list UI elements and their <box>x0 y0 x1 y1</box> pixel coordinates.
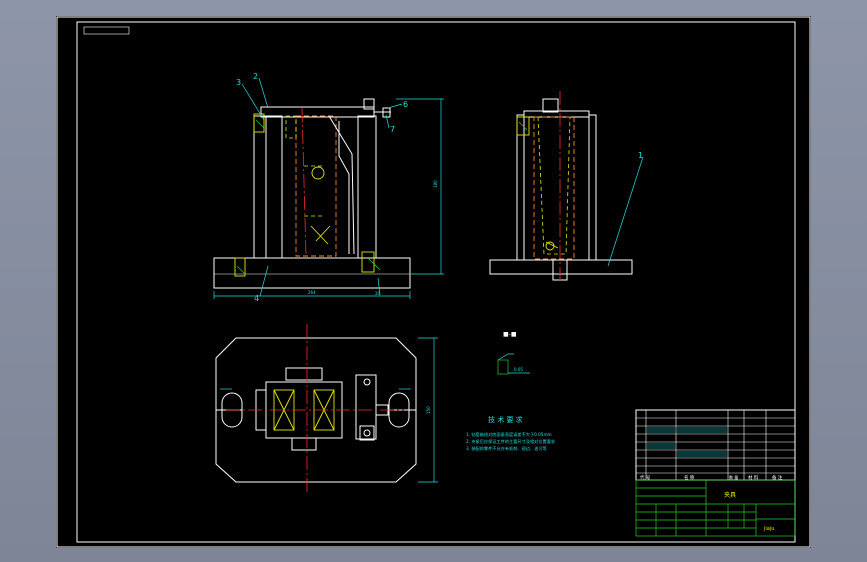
svg-text:20: 20 <box>375 291 381 296</box>
technical-requirements: 技 术 要 求 1. 钻套轴线对底面垂直度误差不大于0.05mm 2. 夹紧后应… <box>466 415 556 452</box>
corner-code-box <box>83 26 130 35</box>
front-view <box>213 98 411 289</box>
tech-req-heading: 技 术 要 求 <box>488 415 523 424</box>
balloon-3: 3 <box>236 78 241 87</box>
balloon-1: 1 <box>638 151 643 160</box>
side-view <box>489 91 633 284</box>
col-count: 数 量 <box>729 474 738 480</box>
title-block: 夹具 jiaju <box>635 479 796 537</box>
balloon-6: 6 <box>403 100 408 109</box>
inner-frame <box>76 21 796 543</box>
cad-viewer: 180 264 20 3 2 6 7 4 1 150 ■-■ 0.05 技 术 … <box>0 0 867 562</box>
parts-list: 代 号 名 称 数 量 材 料 备 注 <box>635 409 796 481</box>
assembly-drawing: 180 264 20 3 2 6 7 4 1 150 ■-■ 0.05 技 术 … <box>56 16 811 548</box>
svg-text:0.05: 0.05 <box>514 367 523 372</box>
top-view <box>215 324 417 494</box>
tech-req-item-3: 3. 装配前零件不允许有毛刺、锐边、油污等 <box>466 445 547 452</box>
outer-frame <box>56 16 811 548</box>
detail-view: ■-■ 0.05 <box>497 331 530 375</box>
tech-req-item-1: 1. 钻套轴线对底面垂直度误差不大于0.05mm <box>466 431 552 438</box>
drawing-name: 夹具 <box>724 491 736 499</box>
side-balloon: 1 <box>607 151 644 267</box>
svg-text:180: 180 <box>433 180 438 188</box>
svg-text:■-■: ■-■ <box>503 331 517 338</box>
balloon-4: 4 <box>254 294 259 303</box>
balloon-2: 2 <box>253 72 258 81</box>
tech-req-item-2: 2. 夹紧后应保证工件的主要尺寸及相对位置要求 <box>466 438 556 445</box>
svg-text:150: 150 <box>426 406 431 414</box>
svg-text:264: 264 <box>308 290 316 295</box>
drawing-sheet[interactable]: 180 264 20 3 2 6 7 4 1 150 ■-■ 0.05 技 术 … <box>56 16 811 548</box>
balloon-7: 7 <box>390 125 395 134</box>
drawing-code: jiaju <box>763 526 774 532</box>
